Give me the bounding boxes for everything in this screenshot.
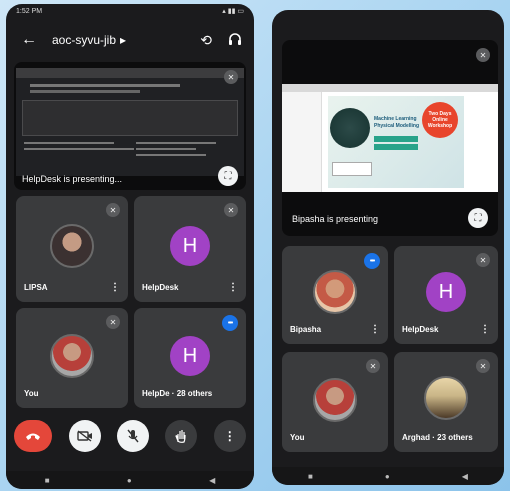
mic-off-icon: ✕ [476,359,490,373]
mic-off-icon: ✕ [224,70,238,84]
more-options-icon[interactable]: ⋮ [228,282,238,293]
meeting-code-text: aoc-syvu-jib [52,33,117,47]
status-icons: ▴ ▮▮ ▭ [222,8,244,15]
meeting-topbar: ← aoc-syvu-jib ▸ ⟲ [6,26,254,54]
mic-off-icon: ✕ [106,315,120,329]
more-options-button[interactable]: ⋮ [213,420,246,452]
avatar: H [170,336,210,376]
presenting-label: HelpDesk is presenting... [22,174,123,184]
nav-back-icon[interactable]: ◀ [209,476,215,485]
fullscreen-icon[interactable]: ⛶ [468,208,488,228]
speaking-indicator-icon: ••• [364,253,380,269]
participant-tile-bipasha[interactable]: ••• Bipasha ⋮ [282,246,388,344]
camera-off-button[interactable] [68,420,101,452]
avatar [50,224,94,268]
raise-hand-button[interactable] [165,420,198,452]
slide-title: Machine Learning Physical Modelling [374,116,420,129]
participant-name: You [24,389,39,398]
avatar [424,376,468,420]
participant-name: Arghad · 23 others [402,433,473,442]
nav-home-icon[interactable]: ● [127,476,132,485]
nav-back-icon[interactable]: ◀ [462,472,468,481]
left-phone-screen: 1:52 PM ▴ ▮▮ ▭ ← aoc-syvu-jib ▸ ⟲ ✕ Help… [6,4,254,489]
others-count: 23 others [437,433,473,442]
avatar [50,334,94,378]
more-options-icon[interactable]: ⋮ [110,282,120,293]
nav-home-icon[interactable]: ● [385,472,390,481]
participant-tile-lipsa[interactable]: ✕ LIPSA ⋮ [16,196,128,302]
switch-camera-icon[interactable]: ⟲ [200,32,212,49]
avatar: H [426,272,466,312]
participant-tile-helpdesk[interactable]: ✕ H HelpDesk ⋮ [134,196,246,302]
participant-tile-helpdesk[interactable]: ✕ H HelpDesk ⋮ [394,246,498,344]
avatar: H [170,226,210,266]
mic-off-button[interactable] [116,420,149,452]
participant-name: HelpDesk [142,283,179,292]
status-time: 1:52 PM [16,7,43,15]
participant-tile-you[interactable]: ✕ You [282,352,388,452]
participant-name: Bipasha [290,325,322,334]
headphones-icon[interactable] [228,32,242,49]
nav-recents-icon[interactable]: ■ [308,472,313,481]
participant-tile-others[interactable]: ••• H HelpDe · 28 others [134,308,246,408]
presentation-tile[interactable]: ✕ HelpDesk is presenting... ⛶ [14,62,246,190]
end-call-button[interactable] [14,420,53,452]
meeting-code[interactable]: aoc-syvu-jib ▸ [52,33,126,47]
mic-off-icon: ✕ [224,203,238,217]
more-options-icon[interactable]: ⋮ [480,324,490,335]
participant-tile-others[interactable]: ✕ Arghad · 23 others [394,352,498,452]
mic-off-icon: ✕ [106,203,120,217]
participant-name-text: Arghad [402,433,430,442]
slide-badge: Two Days Online Workshop [422,102,458,138]
participant-name-text: HelpDe [142,389,170,398]
right-phone-screen: ✕ Two Days Online Workshop Machine Learn… [272,10,504,485]
others-count: 28 others [176,389,213,398]
nav-recents-icon[interactable]: ■ [45,476,50,485]
avatar [313,378,357,422]
participant-name: You [290,433,305,442]
participant-name: HelpDe · 28 others [142,389,213,398]
presenting-label: Bipasha is presenting [292,214,379,224]
back-arrow-icon[interactable]: ← [16,31,42,49]
call-controls: ⋮ [6,420,254,452]
shared-screen [16,68,244,176]
chevron-right-icon: ▸ [120,33,127,47]
status-bar: 1:52 PM ▴ ▮▮ ▭ [6,4,254,18]
android-nav-bar: ■ ● ◀ [272,467,504,485]
more-options-icon[interactable]: ⋮ [370,324,380,335]
participant-name: HelpDesk [402,325,439,334]
mic-off-icon: ✕ [476,253,490,267]
mic-off-icon: ✕ [366,359,380,373]
avatar [313,270,357,314]
participant-tile-you[interactable]: ✕ You [16,308,128,408]
presentation-tile[interactable]: ✕ Two Days Online Workshop Machine Learn… [282,40,498,236]
android-nav-bar: ■ ● ◀ [6,471,254,489]
participant-name: LIPSA [24,283,48,292]
speaking-indicator-icon: ••• [222,315,238,331]
fullscreen-icon[interactable]: ⛶ [218,166,238,186]
mic-off-icon: ✕ [476,48,490,62]
shared-slide: Two Days Online Workshop Machine Learnin… [282,84,498,192]
